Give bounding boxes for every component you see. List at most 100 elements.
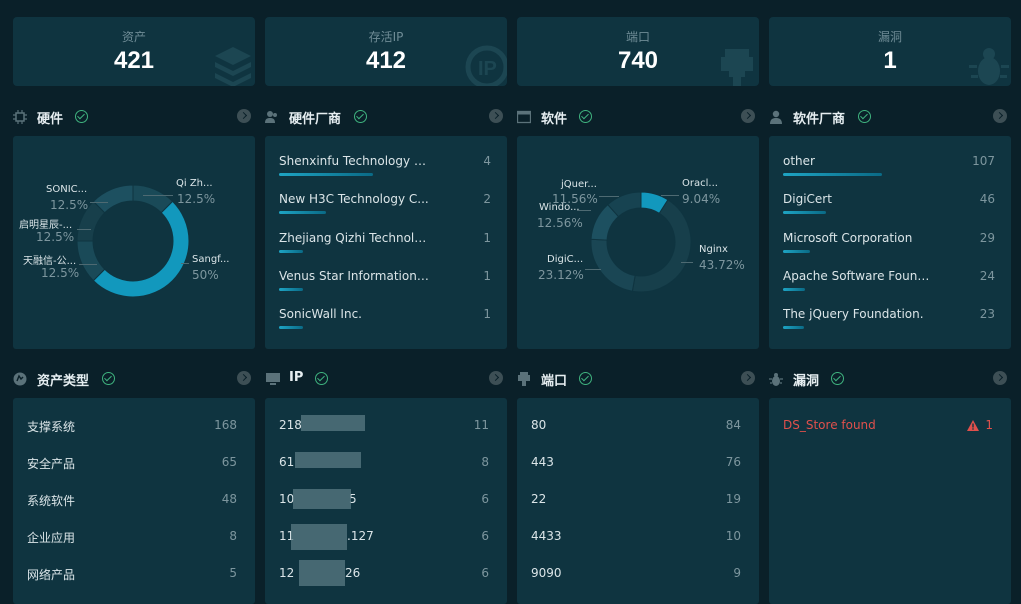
table-row[interactable]: 80 84 — [531, 418, 741, 436]
section-title: 硬件厂商 — [289, 112, 342, 127]
check-circle-icon — [579, 110, 592, 123]
chevron-right-icon[interactable] — [489, 371, 503, 385]
chip-icon — [13, 110, 27, 124]
table-row[interactable]: 22 19 — [531, 492, 741, 510]
list-item[interactable]: SonicWall Inc. 1 — [279, 307, 491, 337]
chevron-right-icon[interactable] — [237, 371, 251, 385]
svg-text:IP: IP — [478, 58, 497, 80]
list-item[interactable]: DigiCert 46 — [783, 192, 995, 222]
ratio-bar — [783, 288, 805, 291]
row-count: 9 — [733, 566, 741, 580]
port-number: 9090 — [531, 566, 562, 580]
stat-card-vulns[interactable]: 漏洞 1 — [769, 17, 1011, 86]
row-count: 6 — [481, 566, 489, 580]
port-number: 80 — [531, 418, 547, 432]
row-count: 8 — [481, 455, 489, 469]
pie-label-leader — [585, 269, 601, 270]
ratio-bar — [783, 211, 826, 214]
row-count: 5 — [229, 566, 237, 580]
chevron-right-icon[interactable] — [993, 109, 1007, 123]
list-item[interactable]: Venus Star Information T... 1 — [279, 269, 491, 299]
ip-address: 12 — [279, 566, 295, 580]
asset-type-icon — [13, 372, 27, 386]
vendor-name: Zhejiang Qizhi Technolo... — [279, 231, 429, 245]
software-vendor-panel: other 107 DigiCert 46 Microsoft Corporat… — [769, 136, 1011, 349]
section-title: 漏洞 — [793, 374, 820, 389]
list-item[interactable]: Shenxinfu Technology C... 4 — [279, 154, 491, 184]
redaction-mask — [301, 415, 365, 431]
pie-percent: 9.04% — [682, 192, 721, 206]
pie-label-leader — [681, 262, 693, 263]
donut-slice[interactable] — [590, 238, 636, 292]
row-count: 84 — [725, 418, 741, 432]
list-item[interactable]: Microsoft Corporation 29 — [783, 231, 995, 261]
pie-percent: 11.56% — [552, 192, 598, 206]
table-row[interactable]: 网络产品 5 — [27, 566, 237, 584]
row-count: 6 — [481, 492, 489, 506]
row-label: 支撑系统 — [27, 420, 76, 434]
vendor-name: Venus Star Information T... — [279, 269, 429, 283]
vendor-name: SonicWall Inc. — [279, 307, 362, 321]
stat-card-ports[interactable]: 端口 740 — [517, 17, 759, 86]
redaction-mask — [299, 560, 345, 586]
layers-icon — [215, 47, 251, 86]
table-row[interactable]: 企业应用 8 — [27, 529, 237, 547]
chevron-right-icon[interactable] — [993, 371, 1007, 385]
list-item[interactable]: Apache Software Found... 24 — [783, 269, 995, 299]
list-item[interactable]: The jQuery Foundation. 23 — [783, 307, 995, 337]
vendor-count: 46 — [979, 192, 995, 206]
section-title: IP — [289, 370, 304, 385]
chevron-right-icon[interactable] — [741, 371, 755, 385]
redaction-mask — [291, 524, 347, 550]
table-row[interactable]: 支撑系统 168 — [27, 418, 237, 436]
section-header-ip: IP — [265, 369, 507, 391]
pie-label-leader — [181, 263, 189, 264]
chevron-right-icon[interactable] — [489, 109, 503, 123]
chevron-right-icon[interactable] — [237, 109, 251, 123]
chevron-right-icon[interactable] — [741, 109, 755, 123]
pie-percent: 23.12% — [538, 268, 584, 282]
section-title: 软件厂商 — [793, 112, 846, 127]
stat-card-live-ip[interactable]: 存活IP 412 IP — [265, 17, 507, 86]
port-icon — [518, 372, 530, 386]
list-item[interactable]: Zhejiang Qizhi Technolo... 1 — [279, 231, 491, 261]
vendor-count: 4 — [483, 154, 491, 168]
ip-address-tail: .127 — [347, 529, 374, 543]
window-icon — [517, 110, 531, 124]
vendor-name: other — [783, 154, 815, 168]
check-circle-icon — [579, 372, 592, 385]
section-title: 硬件 — [37, 112, 64, 127]
section-title: 资产类型 — [37, 374, 90, 389]
redaction-mask — [295, 452, 361, 468]
stat-card-assets[interactable]: 资产 421 — [13, 17, 255, 86]
section-header-hardware: 硬件 — [13, 107, 255, 129]
section-header-hardware-vendor: 硬件厂商 — [265, 107, 507, 129]
software-donut-chart — [590, 191, 692, 293]
port-panel: 80 84 443 76 22 19 4433 10 9090 9 — [517, 398, 759, 604]
table-row[interactable]: DS_Store found 1 — [783, 418, 993, 436]
table-row[interactable]: 安全产品 65 — [27, 455, 237, 473]
table-row[interactable]: 443 76 — [531, 455, 741, 473]
pie-percent: 12.56% — [537, 216, 583, 230]
check-circle-icon — [858, 110, 871, 123]
software-chart-panel: Oracl... 9.04% Nginx 43.72% DigiC... 23.… — [517, 136, 759, 349]
row-count: 10 — [725, 529, 741, 543]
ratio-bar — [279, 173, 373, 176]
ratio-bar — [279, 288, 303, 291]
vendor-name: DigiCert — [783, 192, 832, 206]
port-number: 4433 — [531, 529, 562, 543]
donut-slice[interactable] — [92, 200, 190, 298]
pie-label: Sangf... — [192, 254, 230, 265]
monitor-icon — [266, 373, 280, 385]
row-count: 65 — [221, 455, 237, 469]
list-item[interactable]: other 107 — [783, 154, 995, 184]
table-row[interactable]: 系统软件 48 — [27, 492, 237, 510]
vendor-count: 1 — [483, 231, 491, 245]
table-row[interactable]: 9090 9 — [531, 566, 741, 584]
row-count: 11 — [473, 418, 489, 432]
table-row[interactable]: 4433 10 — [531, 529, 741, 547]
donut-slice[interactable] — [631, 199, 692, 293]
section-title: 软件 — [541, 112, 568, 127]
list-item[interactable]: New H3C Technology C... 2 — [279, 192, 491, 222]
ratio-bar — [279, 211, 326, 214]
